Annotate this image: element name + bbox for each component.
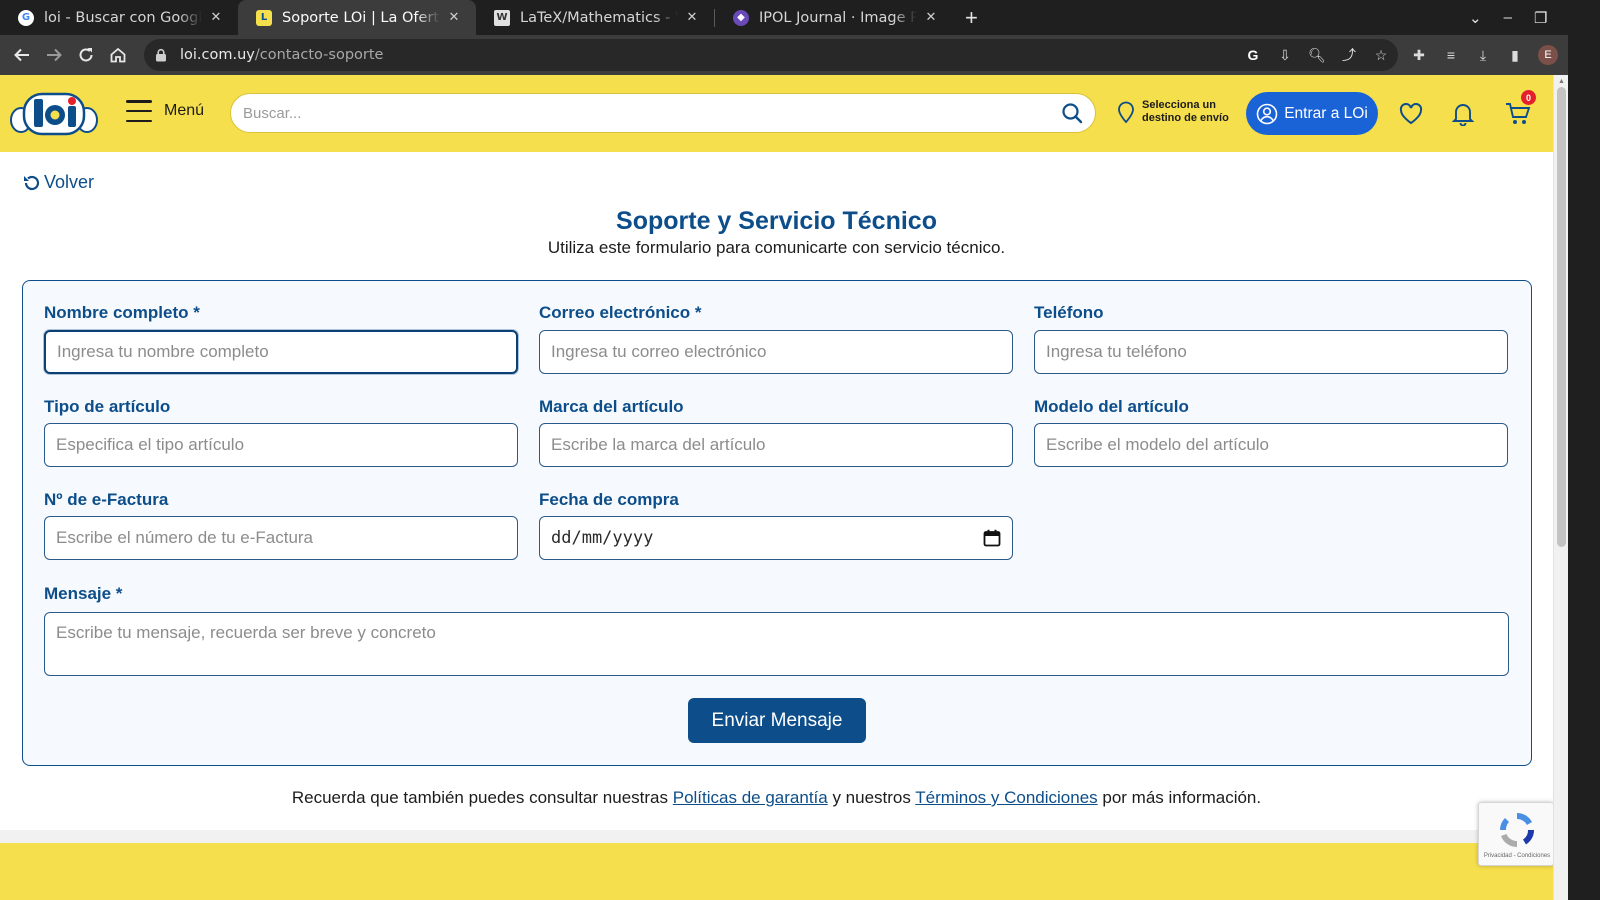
- item-model-label: Modelo del artículo: [1034, 397, 1189, 416]
- footer-note-text: por más información.: [1097, 788, 1262, 807]
- address-bar[interactable]: loi.com.uy/contacto-soporte G ⇩ 🔍︎ ⤴ ☆: [144, 39, 1398, 71]
- date-value: dd/mm/yyyy: [551, 528, 654, 548]
- tab-search-chevron-icon[interactable]: ⌄: [1469, 9, 1482, 27]
- tab-ipol[interactable]: ◆ IPOL Journal · Image Proc ✕: [715, 0, 953, 35]
- message-label: Mensaje *: [44, 584, 123, 603]
- terms-link[interactable]: Términos y Condiciones: [915, 788, 1097, 807]
- lock-icon: [156, 48, 166, 62]
- destination-text: Selecciona un destino de envío: [1142, 99, 1229, 124]
- google-favicon-icon: G: [18, 9, 34, 26]
- support-form: Nombre completo * Correo electrónico * T…: [22, 280, 1532, 766]
- footer-note: Recuerda que también puedes consultar nu…: [0, 788, 1553, 808]
- tab-wikibooks[interactable]: W LaTeX/Mathematics - Wik ✕: [476, 0, 714, 35]
- page-content: Volver Soporte y Servicio Técnico Utiliz…: [0, 152, 1553, 830]
- url-text: loi.com.uy/contacto-soporte: [180, 47, 384, 63]
- back-arrow-icon[interactable]: [6, 39, 38, 71]
- tab-title: Soporte LOi | La Oferta Irr: [282, 9, 440, 26]
- media-queue-icon[interactable]: ≡: [1442, 46, 1460, 64]
- tab-title: loi - Buscar con Google: [44, 9, 202, 26]
- loi-logo[interactable]: [10, 90, 98, 138]
- menu-label: Menú: [164, 102, 205, 119]
- message-field[interactable]: [44, 612, 1509, 676]
- email-field[interactable]: [539, 330, 1013, 374]
- extensions-puzzle-icon[interactable]: ✚: [1410, 46, 1428, 64]
- email-label: Correo electrónico *: [539, 303, 702, 322]
- zoom-icon[interactable]: 🔍︎: [1308, 46, 1326, 64]
- browser-tab-bar: G loi - Buscar con Google ✕ L Soporte LO…: [0, 0, 1600, 35]
- name-field[interactable]: [44, 330, 518, 374]
- close-tab-icon[interactable]: ✕: [684, 10, 700, 25]
- phone-field[interactable]: [1034, 330, 1508, 374]
- shipping-destination[interactable]: Selecciona un destino de envío: [1116, 99, 1242, 125]
- search-icon[interactable]: [1061, 102, 1083, 124]
- login-label: Entrar a LOi: [1284, 104, 1368, 122]
- hamburger-icon: [126, 100, 152, 122]
- google-lens-icon[interactable]: G: [1244, 46, 1262, 64]
- close-tab-icon[interactable]: ✕: [923, 10, 939, 25]
- user-icon: [1256, 103, 1278, 124]
- tab-google-search[interactable]: G loi - Buscar con Google ✕: [0, 0, 238, 35]
- wikibooks-favicon-icon: W: [494, 9, 510, 26]
- send-message-button[interactable]: Enviar Mensaje: [688, 698, 866, 743]
- search-input[interactable]: [243, 104, 1061, 122]
- minimize-icon[interactable]: –: [1504, 9, 1512, 26]
- downloads-icon[interactable]: ⤓: [1474, 46, 1492, 64]
- side-panel-icon[interactable]: ▮: [1506, 46, 1524, 64]
- page-subtitle: Utiliza este formulario para comunicarte…: [547, 238, 1006, 257]
- loi-favicon-icon: L: [256, 9, 272, 26]
- footer-note-text: y nuestros: [827, 788, 916, 807]
- profile-avatar[interactable]: E: [1538, 45, 1558, 65]
- cart-icon[interactable]: 0: [1505, 90, 1536, 127]
- name-label: Nombre completo *: [44, 303, 200, 322]
- bookmark-star-icon[interactable]: ☆: [1372, 46, 1390, 64]
- close-tab-icon[interactable]: ✕: [208, 10, 224, 25]
- item-type-label: Tipo de artículo: [44, 397, 171, 416]
- item-brand-field[interactable]: [539, 423, 1013, 467]
- scroll-up-arrow-icon[interactable]: ▲: [1558, 78, 1565, 85]
- site-footer: [0, 843, 1553, 900]
- item-model-field[interactable]: [1034, 423, 1508, 467]
- browser-toolbar: loi.com.uy/contacto-soporte G ⇩ 🔍︎ ⤴ ☆ ✚…: [0, 35, 1600, 75]
- recaptcha-badge[interactable]: Privacidad - Condiciones: [1478, 802, 1554, 866]
- calendar-icon[interactable]: [983, 529, 1001, 547]
- cart-count-badge: 0: [1521, 90, 1536, 105]
- close-tab-icon[interactable]: ✕: [446, 10, 462, 25]
- page-scrollbar[interactable]: ▲: [1553, 75, 1568, 900]
- reload-icon[interactable]: [70, 39, 102, 71]
- site-header: Menú Selecciona un destino de envío Entr…: [0, 75, 1586, 152]
- share-icon[interactable]: ⤴: [1340, 46, 1358, 64]
- back-label: Volver: [44, 172, 95, 192]
- notifications-bell-icon[interactable]: [1450, 101, 1476, 127]
- item-brand-label: Marca del artículo: [539, 397, 684, 416]
- scrollbar-thumb[interactable]: [1557, 87, 1566, 547]
- new-tab-plus-icon[interactable]: +: [965, 6, 978, 29]
- recaptcha-text: Privacidad - Condiciones: [1483, 853, 1551, 859]
- search-bar: [230, 93, 1096, 133]
- undo-arrow-icon: [24, 175, 40, 190]
- purchase-date-label: Fecha de compra: [539, 490, 679, 509]
- footer-note-text: Recuerda que también puedes consultar nu…: [291, 788, 673, 807]
- invoice-field[interactable]: [44, 516, 518, 560]
- back-link[interactable]: Volver: [22, 172, 94, 193]
- purchase-date-field[interactable]: dd/mm/yyyy: [539, 516, 1013, 560]
- restore-icon[interactable]: ❐: [1534, 9, 1547, 27]
- login-button[interactable]: Entrar a LOi: [1246, 92, 1378, 135]
- item-type-field[interactable]: [44, 423, 518, 467]
- tab-soporte-loi[interactable]: L Soporte LOi | La Oferta Irr ✕: [238, 0, 476, 35]
- recaptcha-icon: [1500, 813, 1535, 848]
- window-edge: [1568, 0, 1600, 900]
- warranty-policy-link[interactable]: Políticas de garantía: [673, 788, 828, 807]
- page-title: Soporte y Servicio Técnico: [616, 207, 937, 235]
- location-pin-icon: [1118, 101, 1134, 124]
- tab-title: LaTeX/Mathematics - Wik: [520, 9, 678, 26]
- ipol-favicon-icon: ◆: [733, 9, 749, 26]
- tab-title: IPOL Journal · Image Proc: [759, 9, 917, 26]
- menu-button[interactable]: Menú: [126, 100, 204, 122]
- favorites-heart-icon[interactable]: [1398, 101, 1424, 127]
- install-app-icon[interactable]: ⇩: [1276, 46, 1294, 64]
- invoice-label: Nº de e-Factura: [44, 490, 169, 509]
- forward-arrow-icon[interactable]: [38, 39, 70, 71]
- home-icon[interactable]: [102, 39, 134, 71]
- phone-label: Teléfono: [1034, 303, 1104, 322]
